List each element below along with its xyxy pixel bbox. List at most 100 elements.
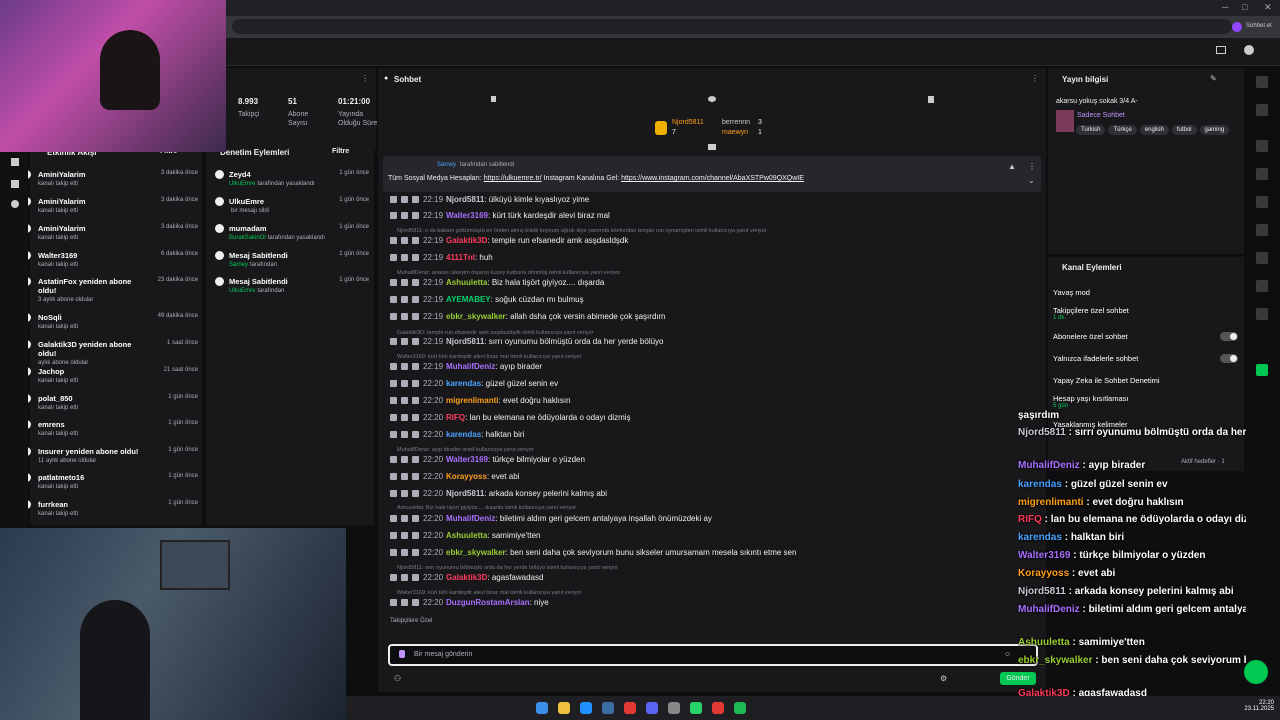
- discord-icon[interactable]: [646, 702, 658, 714]
- channel-action-item[interactable]: Yalnızca ifadelerle sohbet: [1053, 354, 1138, 363]
- ban-icon[interactable]: [412, 490, 419, 498]
- chat-settings-icon[interactable]: ⚙: [940, 674, 947, 683]
- reply-context[interactable]: Galaktik3D: temple run efsanedir amk asş…: [397, 330, 594, 336]
- close-panel-icon[interactable]: [11, 158, 19, 166]
- stream-tag[interactable]: futbol: [1171, 125, 1197, 135]
- ban-icon[interactable]: [412, 473, 419, 481]
- chat-message[interactable]: 22:20 Njord5811: arkada konsey pelerini k…: [390, 489, 1040, 502]
- pinned-by[interactable]: Sarney: [437, 162, 456, 168]
- message-username[interactable]: MuhalifDeniz: [446, 514, 495, 523]
- timeout-icon[interactable]: [401, 549, 408, 557]
- chat-bubble-icon[interactable]: [708, 96, 716, 102]
- message-username[interactable]: Galaktik3D: [446, 573, 487, 582]
- chat-input[interactable]: [388, 644, 1038, 666]
- send-button[interactable]: Gönder: [1000, 672, 1036, 685]
- maximize-button[interactable]: □: [1242, 2, 1247, 12]
- chat-message[interactable]: 22:20 karendas: güzel güzel senin ev: [390, 379, 1040, 392]
- chat-fab-icon[interactable]: [1244, 660, 1268, 684]
- edit-stream-icon[interactable]: [1256, 104, 1268, 116]
- reply-context[interactable]: MuhalifDeniz: anasını sikeyim dışarısı k…: [397, 270, 620, 276]
- chat-message[interactable]: 22:20 Ashuuletta: samimiye'tten: [390, 531, 1040, 544]
- timeout-icon[interactable]: [401, 237, 408, 245]
- chat-message[interactable]: 22:20 karendas: halktan biri: [390, 430, 1040, 443]
- pin-action-icon[interactable]: [390, 397, 397, 405]
- message-username[interactable]: ebkr_skywalker: [446, 312, 506, 321]
- channel-action-item[interactable]: Takipçilere özel sohbet: [1053, 306, 1129, 315]
- pin-action-icon[interactable]: [390, 532, 397, 540]
- channel-action-item[interactable]: Hesap yaşı kısıtlaması: [1053, 394, 1128, 403]
- feed-item[interactable]: Galaktik3D yeniden abone oldu! aylık abon…: [22, 340, 198, 366]
- broadcast-icon[interactable]: [1256, 252, 1268, 264]
- feed-item[interactable]: AminiYalarim kanalı takip etti 3 dakika ön…: [22, 170, 198, 187]
- timeout-icon[interactable]: [401, 414, 408, 422]
- chat-message[interactable]: 22:19 MuhalifDeniz: ayıp birader: [390, 362, 1040, 375]
- timeout-icon[interactable]: [401, 313, 408, 321]
- stream-tag[interactable]: Turkish: [1076, 125, 1106, 135]
- timeout-icon[interactable]: [401, 473, 408, 481]
- collapse-icon[interactable]: [708, 144, 716, 150]
- timeout-icon[interactable]: [401, 380, 408, 388]
- pin-action-icon[interactable]: [390, 456, 397, 464]
- top-chatter-2[interactable]: berrennn: [722, 119, 750, 126]
- channel-action-item[interactable]: Abonelere özel sohbet: [1053, 332, 1128, 341]
- pin-action-icon[interactable]: [390, 296, 397, 304]
- feed-item[interactable]: polat_850 kanalı takip etti 1 gün önce: [22, 394, 198, 411]
- timeout-icon[interactable]: [401, 515, 408, 523]
- chat-sidebar-icon[interactable]: [1256, 224, 1268, 236]
- minimize-button[interactable]: ─: [1222, 2, 1228, 12]
- chat-message[interactable]: 22:19 Njord5811: sırrı oyunumu bölmüştü o…: [390, 337, 1040, 350]
- message-username[interactable]: Njord5811: [446, 195, 484, 204]
- timeout-icon[interactable]: [401, 574, 408, 582]
- feed-item[interactable]: Insurer yeniden abone oldu! 11 aylık abon…: [22, 447, 198, 464]
- layout-icon[interactable]: [1216, 46, 1226, 54]
- steam-icon[interactable]: [602, 702, 614, 714]
- ban-icon[interactable]: [412, 212, 419, 220]
- pin-action-icon[interactable]: [390, 196, 397, 204]
- pin-action-icon[interactable]: [390, 473, 397, 481]
- pin-action-icon[interactable]: [390, 574, 397, 582]
- timeout-icon[interactable]: [401, 212, 408, 220]
- message-username[interactable]: karendas: [446, 430, 481, 439]
- extension-icon[interactable]: [1256, 364, 1268, 376]
- pinned-link-1[interactable]: https://ulkuemre.tr/: [484, 175, 542, 182]
- feed-item[interactable]: Walter3169 kanalı takip etti 6 dakika önce: [22, 251, 198, 268]
- hourglass-icon[interactable]: [928, 96, 934, 103]
- chat-message[interactable]: 22:19 Walter3169: kürt türk kardeşdir ale…: [390, 211, 1040, 224]
- chat-message[interactable]: 22:20 Walter3169: türkçe bilmiyolar o yüz…: [390, 455, 1040, 468]
- timeout-icon[interactable]: [401, 296, 408, 304]
- pin-action-icon[interactable]: [390, 338, 397, 346]
- timeout-icon[interactable]: [401, 196, 408, 204]
- timeout-icon[interactable]: [401, 338, 408, 346]
- message-username[interactable]: 4111Tnl: [446, 253, 475, 262]
- mod-filter-button[interactable]: Filtre: [332, 148, 349, 155]
- microphone-icon[interactable]: [399, 650, 405, 658]
- mod-action-item[interactable]: UlkuEmre bir mesajı sildi 1 gün önce: [215, 197, 369, 214]
- ban-icon[interactable]: [412, 363, 419, 371]
- chrome-icon[interactable]: [712, 702, 724, 714]
- ban-icon[interactable]: [412, 254, 419, 262]
- obs-icon[interactable]: [624, 702, 636, 714]
- message-username[interactable]: RIFQ: [446, 413, 465, 422]
- reply-context[interactable]: Njord5811: sırrı oyunumu bölmüştü orda d…: [397, 565, 618, 571]
- chat-message[interactable]: 22:20 ebkr_skywalker: ben seni daha çok s…: [390, 548, 1040, 561]
- users-icon[interactable]: [11, 180, 19, 188]
- feed-item[interactable]: AminiYalarim kanalı takip etti 3 dakika ön…: [22, 197, 198, 214]
- ban-icon[interactable]: [412, 313, 419, 321]
- chat-message[interactable]: 22:19 Galaktik3D: temple run efsanedir am…: [390, 236, 1040, 249]
- pin-action-icon[interactable]: [390, 414, 397, 422]
- stream-tag[interactable]: english: [1139, 125, 1169, 135]
- mod-action-item[interactable]: mumadam BurakSakinOl tarafından yasaklandı…: [215, 224, 369, 241]
- timeout-icon[interactable]: [401, 279, 408, 287]
- clock[interactable]: 22:20 23.11.2025: [1240, 700, 1274, 712]
- timeout-icon[interactable]: [401, 431, 408, 439]
- channel-action-item[interactable]: Yapay Zeka ile Sohbet Denetimi: [1053, 376, 1160, 385]
- network-icon[interactable]: [1256, 308, 1268, 320]
- chat-message[interactable]: 22:20 RIFQ: lan bu elemana ne ödüyolarda …: [390, 413, 1040, 426]
- user-menu-icon[interactable]: [1244, 45, 1254, 55]
- pin-action-icon[interactable]: [390, 380, 397, 388]
- pin-action-icon[interactable]: [390, 431, 397, 439]
- pin-action-icon[interactable]: [390, 237, 397, 245]
- feed-item[interactable]: Jachop kanalı takip etti 21 saat önce: [22, 367, 198, 384]
- mod-action-item[interactable]: Mesaj Sabitlendi UlkuEmre tarafından 1 gün …: [215, 277, 369, 294]
- feed-item[interactable]: AminiYalarim kanalı takip etti 3 dakika ön…: [22, 224, 198, 241]
